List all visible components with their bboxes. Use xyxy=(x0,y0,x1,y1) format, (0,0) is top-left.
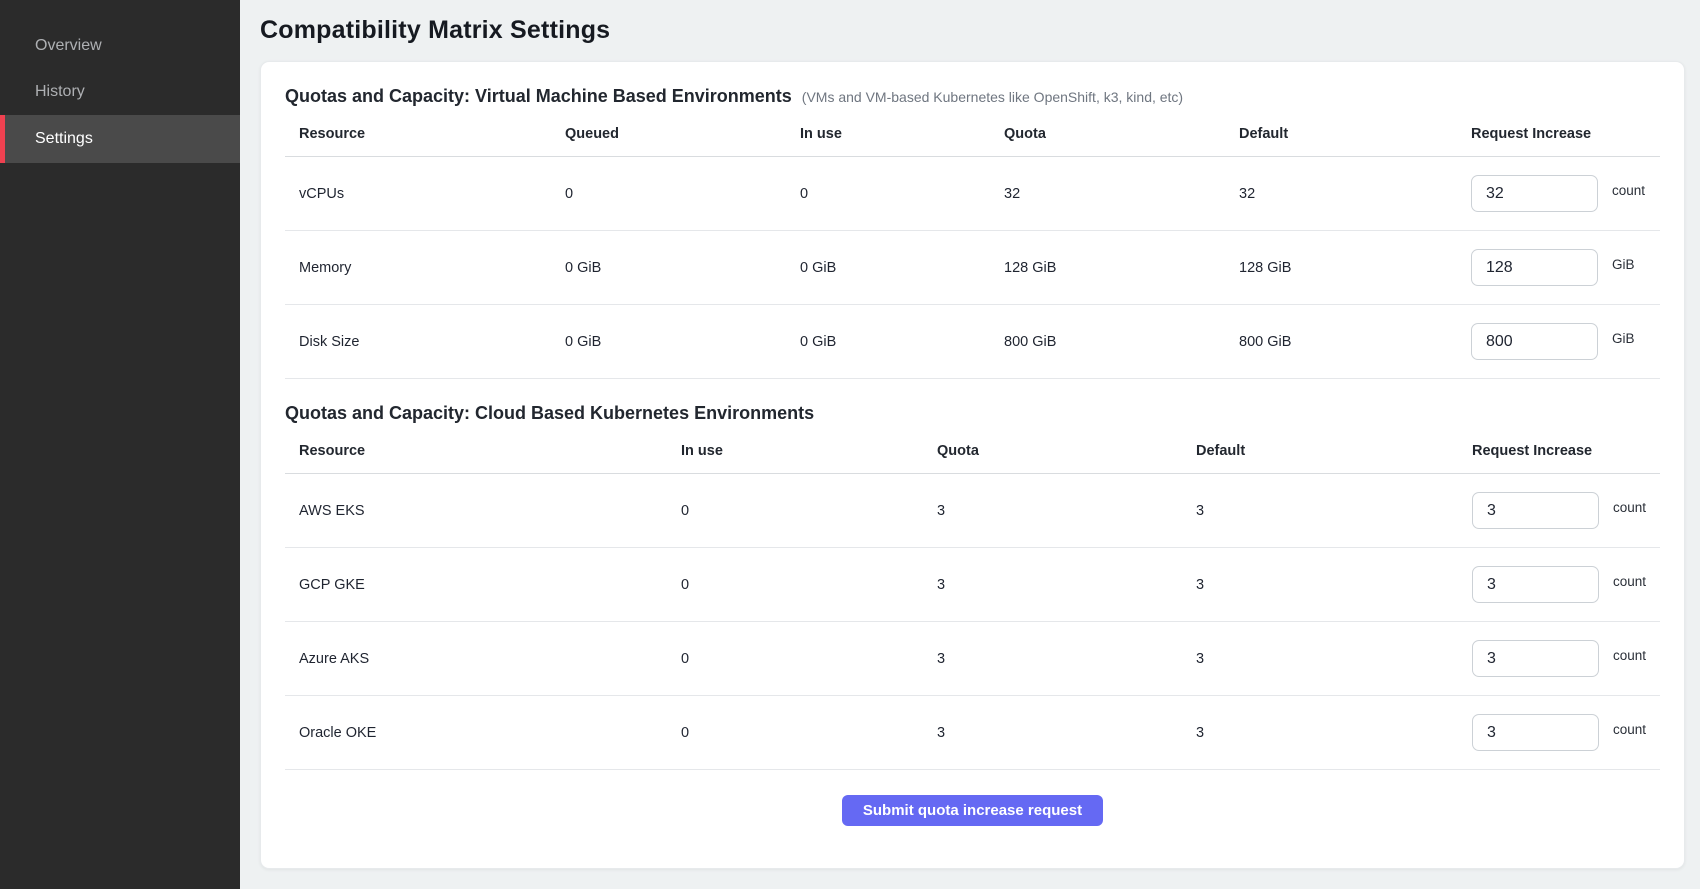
queued-value: 0 xyxy=(565,186,800,202)
queued-value: 0 GiB xyxy=(565,334,800,350)
table-row-gcp-gke: GCP GKE 0 3 3 count xyxy=(285,548,1660,622)
vm-table-header: Resource Queued In use Quota Default Req… xyxy=(285,111,1660,157)
table-row-oracle-oke: Oracle OKE 0 3 3 count xyxy=(285,696,1660,770)
sidebar: Overview History Settings xyxy=(0,0,240,889)
main-content: Compatibility Matrix Settings Quotas and… xyxy=(240,0,1700,889)
vcpus-request-input[interactable] xyxy=(1471,175,1598,212)
unit-label: count xyxy=(1613,574,1646,589)
default-value: 128 GiB xyxy=(1239,260,1471,276)
oracle-oke-request-input[interactable] xyxy=(1472,714,1599,751)
resource-name: AWS EKS xyxy=(299,503,681,519)
gcp-gke-request-input[interactable] xyxy=(1472,566,1599,603)
disk-size-request-input[interactable] xyxy=(1471,323,1598,360)
card-footer: Submit quota increase request xyxy=(285,770,1660,826)
vm-section-subtitle: (VMs and VM-based Kubernetes like OpenSh… xyxy=(802,89,1183,105)
default-value: 3 xyxy=(1196,577,1472,593)
quota-value: 3 xyxy=(937,651,1196,667)
unit-label: count xyxy=(1613,648,1646,663)
memory-request-input[interactable] xyxy=(1471,249,1598,286)
in-use-value: 0 xyxy=(681,577,937,593)
column-header-default: Default xyxy=(1196,443,1472,459)
page-title: Compatibility Matrix Settings xyxy=(260,16,1685,45)
resource-name: vCPUs xyxy=(299,186,565,202)
cloud-table-header: Resource In use Quota Default Request In… xyxy=(285,428,1660,474)
column-header-resource: Resource xyxy=(299,443,681,459)
column-header-queued: Queued xyxy=(565,126,800,142)
azure-aks-request-input[interactable] xyxy=(1472,640,1599,677)
default-value: 3 xyxy=(1196,503,1472,519)
in-use-value: 0 xyxy=(681,725,937,741)
cloud-section-title: Quotas and Capacity: Cloud Based Kuberne… xyxy=(285,403,814,424)
default-value: 32 xyxy=(1239,186,1471,202)
queued-value: 0 GiB xyxy=(565,260,800,276)
unit-label: GiB xyxy=(1612,331,1635,346)
quota-value: 128 GiB xyxy=(1004,260,1239,276)
resource-name: Azure AKS xyxy=(299,651,681,667)
column-header-in-use: In use xyxy=(800,126,1004,142)
table-row-azure-aks: Azure AKS 0 3 3 count xyxy=(285,622,1660,696)
table-row-aws-eks: AWS EKS 0 3 3 count xyxy=(285,474,1660,548)
column-header-quota: Quota xyxy=(937,443,1196,459)
column-header-request-increase: Request Increase xyxy=(1472,443,1660,459)
in-use-value: 0 xyxy=(681,503,937,519)
unit-label: count xyxy=(1613,722,1646,737)
quota-value: 800 GiB xyxy=(1004,334,1239,350)
in-use-value: 0 xyxy=(800,186,1004,202)
quota-value: 3 xyxy=(937,577,1196,593)
default-value: 800 GiB xyxy=(1239,334,1471,350)
resource-name: GCP GKE xyxy=(299,577,681,593)
in-use-value: 0 GiB xyxy=(800,260,1004,276)
sidebar-item-history[interactable]: History xyxy=(0,69,240,115)
sidebar-item-overview[interactable]: Overview xyxy=(0,23,240,69)
column-header-request-increase: Request Increase xyxy=(1471,126,1660,142)
quota-value: 32 xyxy=(1004,186,1239,202)
resource-name: Disk Size xyxy=(299,334,565,350)
quota-settings-card: Quotas and Capacity: Virtual Machine Bas… xyxy=(260,61,1685,869)
vm-section-title: Quotas and Capacity: Virtual Machine Bas… xyxy=(285,86,792,107)
cloud-section-header: Quotas and Capacity: Cloud Based Kuberne… xyxy=(285,379,1660,424)
in-use-value: 0 GiB xyxy=(800,334,1004,350)
resource-name: Memory xyxy=(299,260,565,276)
submit-quota-request-button[interactable]: Submit quota increase request xyxy=(842,795,1103,826)
resource-name: Oracle OKE xyxy=(299,725,681,741)
table-row-vcpus: vCPUs 0 0 32 32 count xyxy=(285,157,1660,231)
table-row-disk-size: Disk Size 0 GiB 0 GiB 800 GiB 800 GiB Gi… xyxy=(285,305,1660,379)
column-header-in-use: In use xyxy=(681,443,937,459)
sidebar-item-settings[interactable]: Settings xyxy=(0,115,240,163)
column-header-resource: Resource xyxy=(299,126,565,142)
unit-label: count xyxy=(1613,500,1646,515)
column-header-default: Default xyxy=(1239,126,1471,142)
column-header-quota: Quota xyxy=(1004,126,1239,142)
aws-eks-request-input[interactable] xyxy=(1472,492,1599,529)
unit-label: count xyxy=(1612,183,1645,198)
quota-value: 3 xyxy=(937,503,1196,519)
in-use-value: 0 xyxy=(681,651,937,667)
default-value: 3 xyxy=(1196,725,1472,741)
vm-section-header: Quotas and Capacity: Virtual Machine Bas… xyxy=(285,62,1660,107)
quota-value: 3 xyxy=(937,725,1196,741)
default-value: 3 xyxy=(1196,651,1472,667)
unit-label: GiB xyxy=(1612,257,1635,272)
table-row-memory: Memory 0 GiB 0 GiB 128 GiB 128 GiB GiB xyxy=(285,231,1660,305)
